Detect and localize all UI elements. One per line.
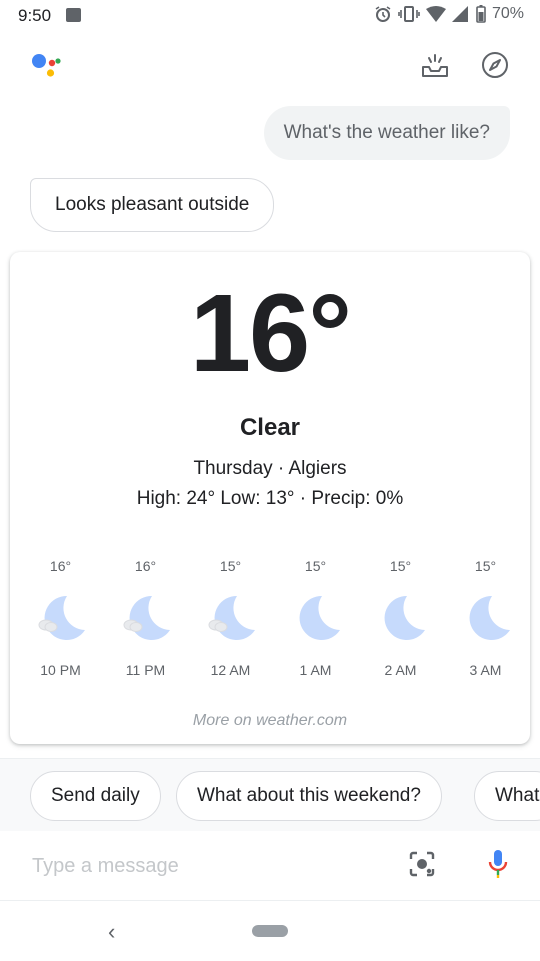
hourly-forecast-item: 15° 2 AM bbox=[358, 558, 443, 678]
status-time: 9:50 bbox=[18, 6, 52, 25]
hourly-forecast-item: 15° 1 AM bbox=[273, 558, 358, 678]
hour-time: 10 PM bbox=[40, 662, 81, 678]
moon-icon bbox=[384, 595, 425, 640]
hour-temperature: 16° bbox=[49, 558, 72, 574]
wifi-icon bbox=[425, 6, 446, 22]
status-bar: 9:50 70% bbox=[0, 0, 540, 32]
microphone-icon[interactable] bbox=[486, 848, 510, 880]
hour-time: 1 AM bbox=[299, 662, 332, 678]
user-message-bubble: What's the weather like? bbox=[263, 106, 510, 160]
hourly-forecast-item: 16° 11 PM bbox=[103, 558, 188, 678]
hour-time: 3 AM bbox=[469, 662, 502, 678]
high-low-precip: High: 24° Low: 13° · Precip: 0% bbox=[136, 488, 404, 509]
suggestion-chips: Send daily What about this weekend? What bbox=[0, 758, 540, 832]
more-on-weather-link[interactable]: More on weather.com bbox=[10, 712, 530, 730]
current-temperature: 16° bbox=[189, 272, 352, 395]
assistant-message-bubble: Looks pleasant outside bbox=[30, 178, 275, 232]
hour-temperature: 15° bbox=[389, 558, 412, 574]
hourly-forecast-item: 16° 10 PM bbox=[18, 558, 103, 678]
suggestion-chip-send-daily[interactable]: Send daily bbox=[30, 771, 161, 821]
hour-temperature: 15° bbox=[474, 558, 497, 574]
message-input[interactable] bbox=[30, 847, 374, 885]
hour-temperature: 16° bbox=[134, 558, 157, 574]
updates-tray-icon[interactable] bbox=[420, 50, 450, 80]
user-message-text: What's the weather like? bbox=[283, 122, 490, 143]
day-location: Thursday · Algiers bbox=[193, 458, 347, 479]
moon-icon bbox=[469, 595, 510, 640]
suggestion-chip-weekend[interactable]: What about this weekend? bbox=[176, 771, 442, 821]
weather-card[interactable]: 16° Clear Thursday · Algiers High: 24° L… bbox=[10, 252, 530, 744]
vibrate-icon bbox=[398, 6, 420, 22]
moon-icon bbox=[299, 595, 340, 640]
photo-notification-icon bbox=[66, 8, 81, 22]
suggestion-chip-what[interactable]: What bbox=[474, 771, 540, 821]
hour-time: 2 AM bbox=[384, 662, 417, 678]
hour-time: 11 PM bbox=[125, 662, 166, 678]
moon-cloud-icon bbox=[208, 595, 255, 640]
hourly-forecast-item: 15° 3 AM bbox=[443, 558, 528, 678]
message-input-bar bbox=[0, 831, 540, 899]
cell-signal-icon bbox=[451, 6, 468, 22]
hour-temperature: 15° bbox=[304, 558, 327, 574]
battery-percent: 70% bbox=[491, 5, 524, 22]
lens-icon[interactable] bbox=[408, 850, 436, 878]
hourly-forecast: 16° 10 PM 16° 11 PM 15° 12 AM 15° 1 AM 1… bbox=[18, 558, 528, 678]
hour-time: 12 AM bbox=[210, 662, 251, 678]
system-nav-bar: ‹ bbox=[0, 900, 540, 961]
hourly-forecast-item: 15° 12 AM bbox=[188, 558, 273, 678]
back-chevron-icon[interactable]: ‹ bbox=[108, 919, 115, 945]
weather-condition: Clear bbox=[239, 414, 301, 441]
home-pill-button[interactable] bbox=[252, 925, 288, 937]
compass-icon[interactable] bbox=[480, 50, 510, 80]
alarm-icon bbox=[375, 6, 391, 22]
assistant-message-text: Looks pleasant outside bbox=[55, 194, 250, 215]
google-assistant-logo[interactable] bbox=[30, 52, 62, 80]
moon-cloud-icon bbox=[38, 595, 85, 640]
moon-cloud-icon bbox=[123, 595, 170, 640]
battery-icon bbox=[476, 5, 486, 23]
hour-temperature: 15° bbox=[219, 558, 242, 574]
